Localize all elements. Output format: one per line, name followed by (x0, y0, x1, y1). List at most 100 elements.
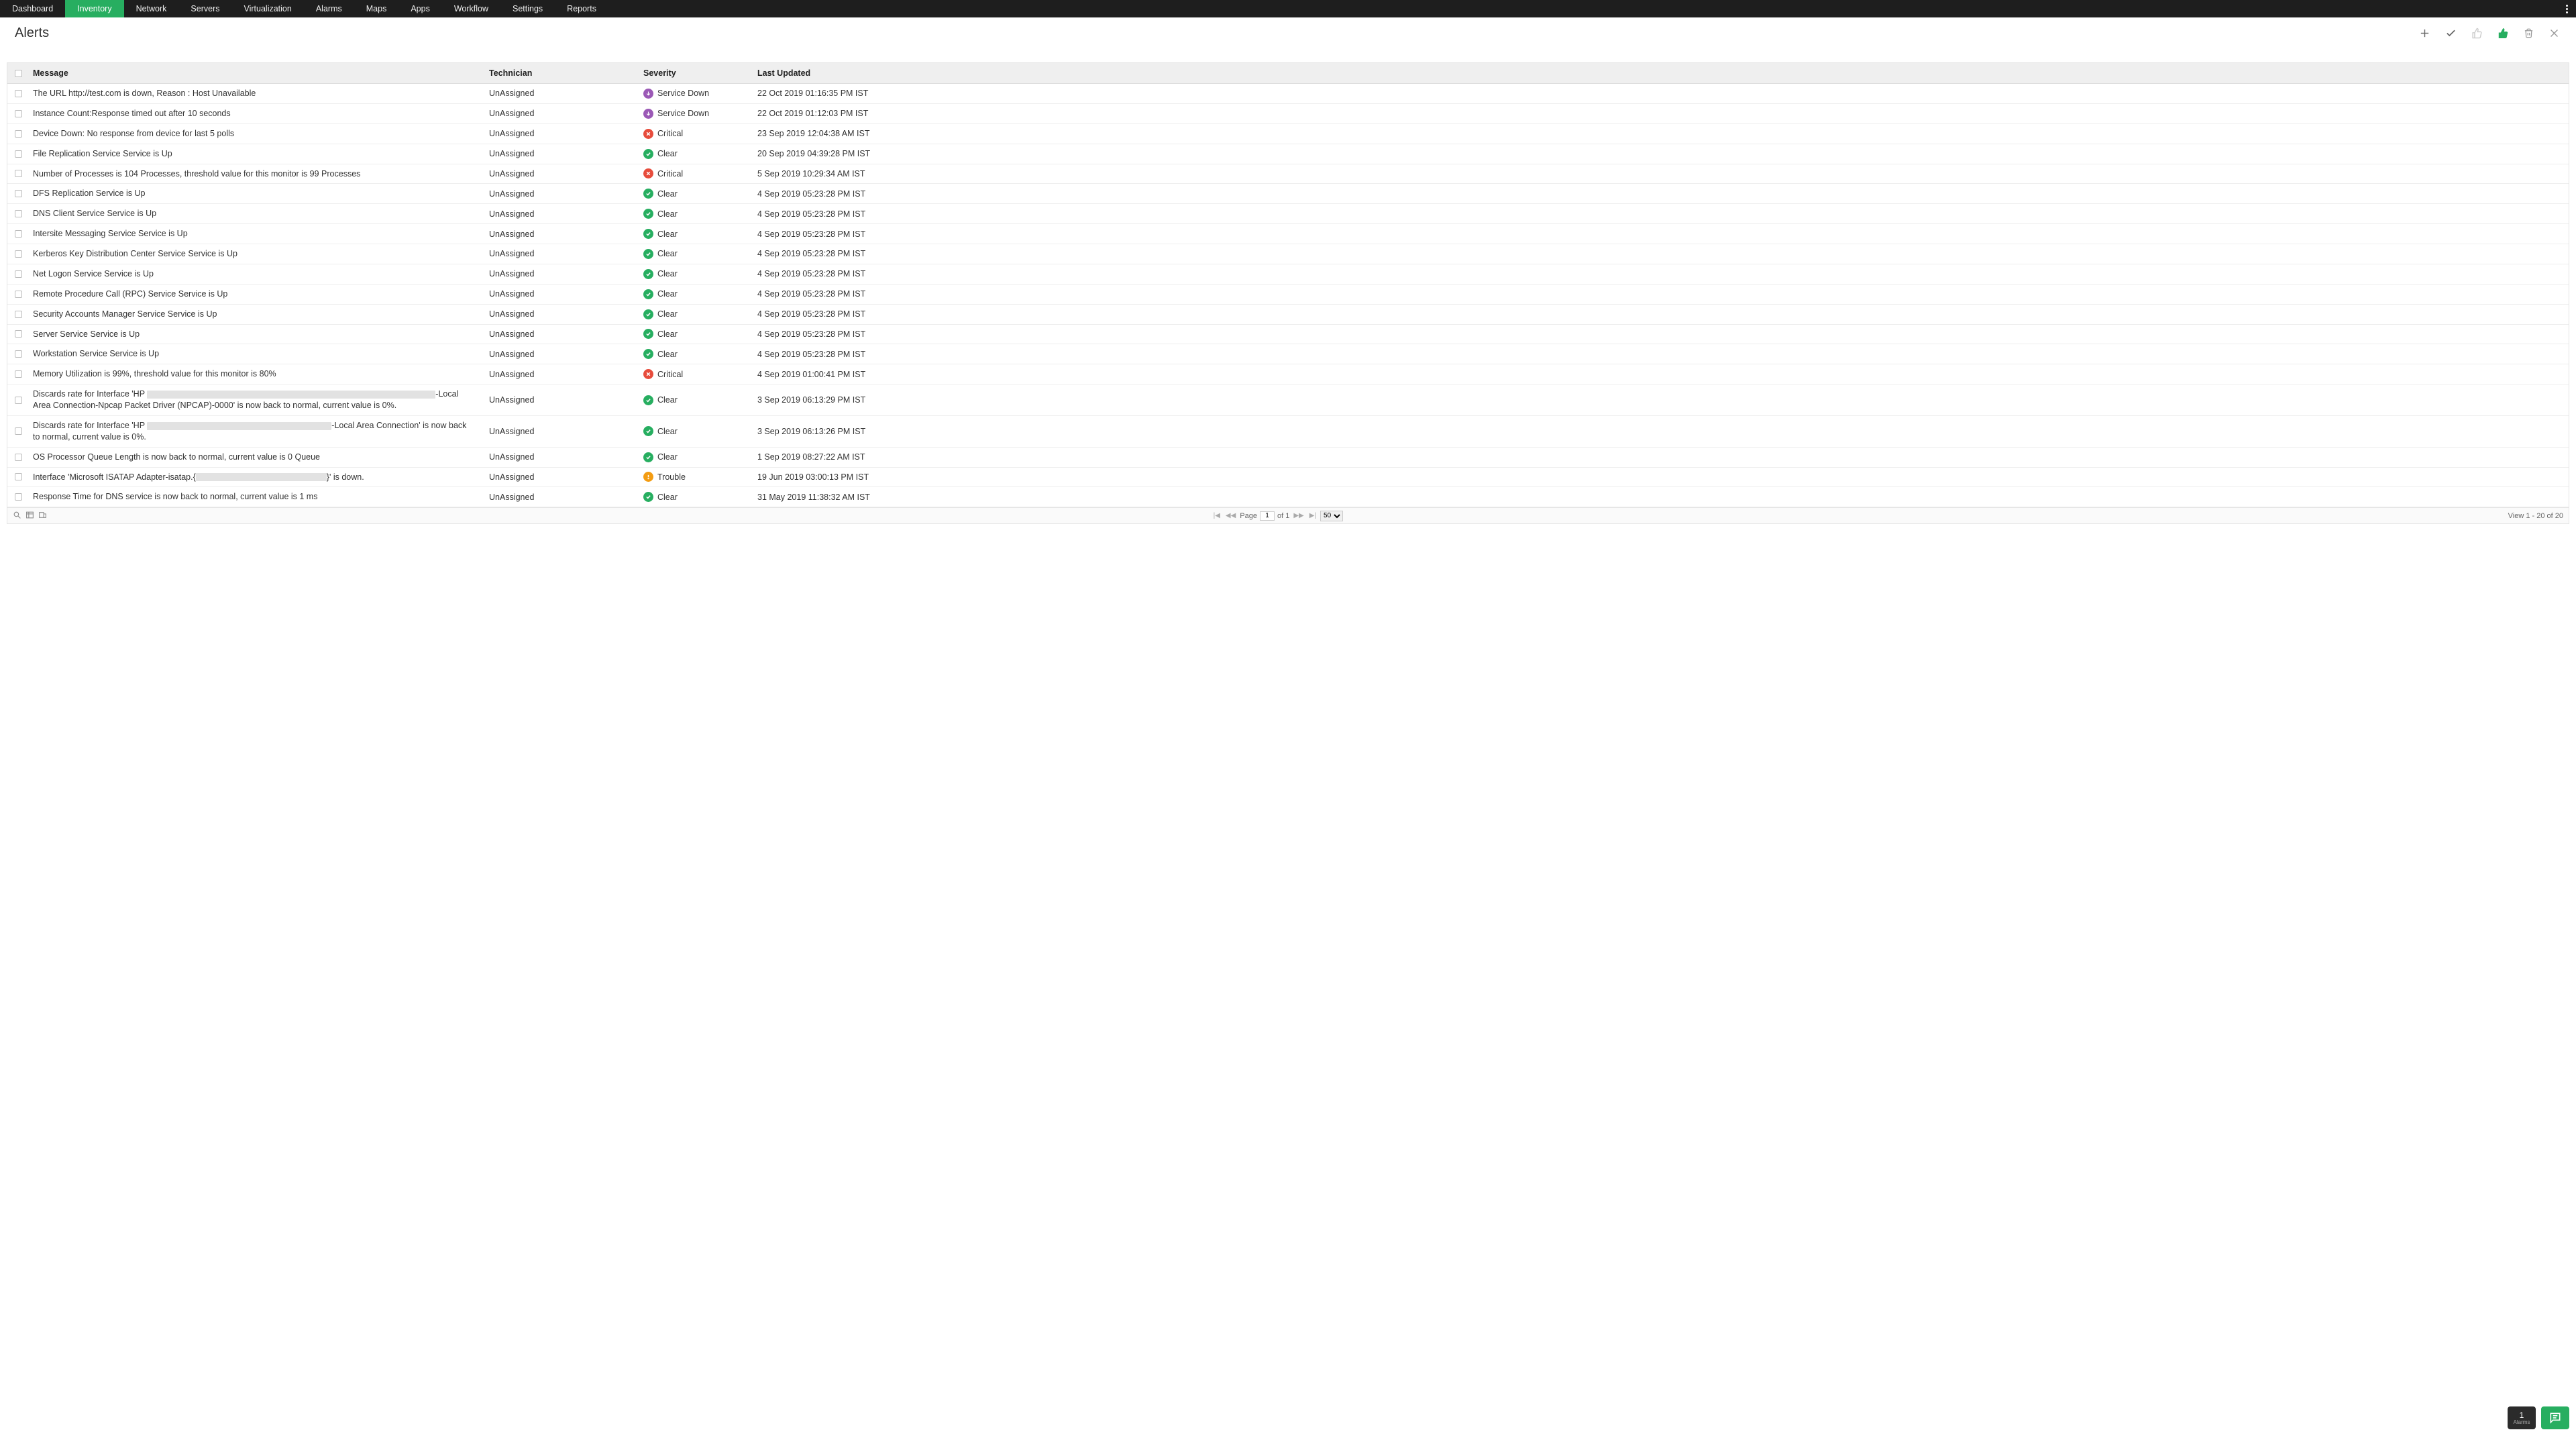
row-checkbox[interactable] (15, 270, 22, 278)
row-checkbox[interactable] (15, 311, 22, 318)
redacted-text (147, 391, 435, 399)
pager-prev-icon[interactable]: ◀◀ (1224, 512, 1237, 519)
cell-updated: 5 Sep 2019 10:29:34 AM IST (753, 165, 2569, 183)
table-row[interactable]: Remote Procedure Call (RPC) Service Serv… (7, 285, 2569, 305)
row-checkbox[interactable] (15, 350, 22, 358)
row-checkbox[interactable] (15, 291, 22, 298)
table-row[interactable]: Interface 'Microsoft ISATAP Adapter-isat… (7, 468, 2569, 488)
close-icon[interactable] (2547, 26, 2561, 40)
table-row[interactable]: The URL http://test.com is down, Reason … (7, 84, 2569, 104)
nav-alarms[interactable]: Alarms (304, 0, 354, 17)
row-checkbox[interactable] (15, 230, 22, 238)
row-checkbox[interactable] (15, 170, 22, 177)
table-row[interactable]: Response Time for DNS service is now bac… (7, 487, 2569, 507)
delete-icon[interactable] (2522, 26, 2535, 40)
kebab-menu-icon[interactable] (2558, 5, 2576, 13)
servicedown-icon (643, 109, 653, 119)
row-checkbox[interactable] (15, 454, 22, 461)
table-row[interactable]: Workstation Service Service is UpUnAssig… (7, 344, 2569, 364)
pager-last-icon[interactable]: ▶| (1308, 512, 1318, 519)
nav-inventory[interactable]: Inventory (65, 0, 123, 17)
table-row[interactable]: File Replication Service Service is UpUn… (7, 144, 2569, 164)
table-row[interactable]: DNS Client Service Service is UpUnAssign… (7, 204, 2569, 224)
row-checkbox[interactable] (15, 330, 22, 338)
table-row[interactable]: OS Processor Queue Length is now back to… (7, 448, 2569, 468)
cell-severity: Clear (639, 145, 753, 163)
clear-icon (643, 229, 653, 239)
chat-icon[interactable] (2541, 1406, 2569, 1429)
cell-technician: UnAssigned (485, 205, 639, 223)
export-icon[interactable] (38, 511, 47, 521)
search-icon[interactable] (13, 511, 21, 521)
cell-technician: UnAssigned (485, 391, 639, 409)
nav-reports[interactable]: Reports (555, 0, 608, 17)
cell-message: Discards rate for Interface 'HP -Local A… (29, 384, 485, 415)
thumbs-up-filled-icon[interactable] (2496, 26, 2510, 40)
acknowledge-icon[interactable] (2444, 26, 2458, 40)
nav-maps[interactable]: Maps (354, 0, 399, 17)
table-row[interactable]: Net Logon Service Service is UpUnAssigne… (7, 264, 2569, 285)
table-row[interactable]: Discards rate for Interface 'HP -Local A… (7, 416, 2569, 448)
table-row[interactable]: DFS Replication Service is UpUnAssignedC… (7, 184, 2569, 204)
table-row[interactable]: Discards rate for Interface 'HP -Local A… (7, 384, 2569, 416)
severity-label: Clear (657, 229, 678, 239)
nav-dashboard[interactable]: Dashboard (0, 0, 65, 17)
clear-icon (643, 269, 653, 279)
table-row[interactable]: Security Accounts Manager Service Servic… (7, 305, 2569, 325)
row-checkbox[interactable] (15, 210, 22, 217)
severity-label: Clear (657, 427, 678, 436)
row-checkbox[interactable] (15, 370, 22, 378)
table-row[interactable]: Device Down: No response from device for… (7, 124, 2569, 144)
nav-apps[interactable]: Apps (398, 0, 442, 17)
cell-message: Interface 'Microsoft ISATAP Adapter-isat… (29, 468, 485, 487)
cell-updated: 4 Sep 2019 01:00:41 PM IST (753, 366, 2569, 383)
row-checkbox[interactable] (15, 427, 22, 435)
nav-servers[interactable]: Servers (178, 0, 231, 17)
col-severity[interactable]: Severity (639, 63, 753, 83)
table-row[interactable]: Number of Processes is 104 Processes, th… (7, 164, 2569, 185)
pager-next-icon[interactable]: ▶▶ (1292, 512, 1305, 519)
toolbar (2418, 26, 2561, 40)
columns-icon[interactable] (25, 511, 34, 521)
severity-label: Clear (657, 269, 678, 278)
nav-virtualization[interactable]: Virtualization (232, 0, 304, 17)
row-checkbox[interactable] (15, 473, 22, 480)
alarm-count: 1 (2520, 1411, 2524, 1419)
table-row[interactable]: Intersite Messaging Service Service is U… (7, 224, 2569, 244)
cell-message: The URL http://test.com is down, Reason … (29, 84, 485, 103)
select-all-checkbox[interactable] (15, 70, 22, 77)
cell-technician: UnAssigned (485, 448, 639, 466)
pager-first-icon[interactable]: |◀ (1212, 512, 1222, 519)
cell-technician: UnAssigned (485, 85, 639, 102)
pager: |◀ ◀◀ Page of 1 ▶▶ ▶| 50 (1212, 511, 1343, 521)
col-technician[interactable]: Technician (485, 63, 639, 83)
severity-label: Trouble (657, 472, 686, 482)
thumbs-up-outline-icon[interactable] (2470, 26, 2484, 40)
row-checkbox[interactable] (15, 130, 22, 138)
cell-message: Remote Procedure Call (RPC) Service Serv… (29, 285, 485, 304)
cell-severity: Clear (639, 422, 753, 440)
row-checkbox[interactable] (15, 110, 22, 117)
row-checkbox[interactable] (15, 493, 22, 501)
row-checkbox[interactable] (15, 150, 22, 158)
nav-settings[interactable]: Settings (500, 0, 555, 17)
col-updated[interactable]: Last Updated (753, 63, 2569, 83)
table-row[interactable]: Server Service Service is UpUnAssignedCl… (7, 325, 2569, 345)
nav-network[interactable]: Network (124, 0, 179, 17)
col-message[interactable]: Message (29, 63, 485, 83)
alarm-count-badge[interactable]: 1 Alarms (2508, 1406, 2536, 1429)
table-row[interactable]: Instance Count:Response timed out after … (7, 104, 2569, 124)
table-row[interactable]: Kerberos Key Distribution Center Service… (7, 244, 2569, 264)
severity-label: Clear (657, 249, 678, 258)
add-icon[interactable] (2418, 26, 2432, 40)
cell-severity: Clear (639, 265, 753, 283)
table-row[interactable]: Memory Utilization is 99%, threshold val… (7, 364, 2569, 384)
nav-workflow[interactable]: Workflow (442, 0, 500, 17)
row-checkbox[interactable] (15, 397, 22, 404)
pager-pagesize-select[interactable]: 50 (1320, 511, 1343, 521)
row-checkbox[interactable] (15, 250, 22, 258)
critical-icon (643, 168, 653, 178)
row-checkbox[interactable] (15, 90, 22, 97)
pager-page-input[interactable] (1260, 511, 1275, 521)
row-checkbox[interactable] (15, 190, 22, 197)
